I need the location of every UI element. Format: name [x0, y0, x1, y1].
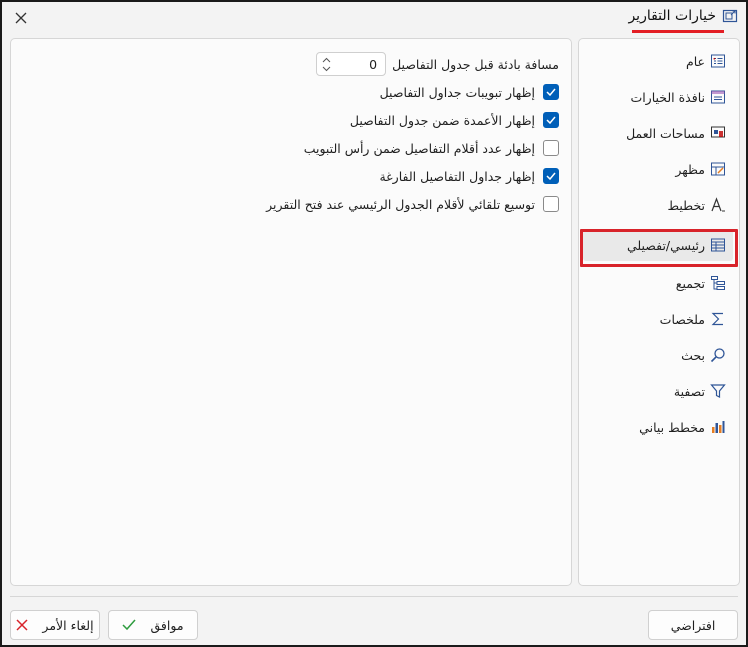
report-options-dialog: خيارات التقارير عام نافذة الخيارات مساحا…	[0, 0, 748, 647]
checkmark-icon	[546, 172, 556, 180]
detail-spacing-label: مسافة بادئة قبل جدول التفاصيل	[392, 56, 559, 72]
chevron-up-icon[interactable]	[322, 57, 331, 63]
default-button[interactable]: افتراضي	[648, 610, 738, 640]
nav-item-layout[interactable]: تخطيط	[583, 189, 733, 221]
ok-button[interactable]: موافق	[108, 610, 198, 640]
nav-item-workspaces[interactable]: مساحات العمل	[583, 117, 733, 149]
checkmark-icon	[546, 116, 556, 124]
nav-label: بحث	[681, 347, 705, 363]
nav-label: تجميع	[675, 275, 705, 291]
filter-icon	[709, 382, 727, 400]
option-row: إظهار عدد أقلام التفاصيل ضمن رأس التبويب	[304, 137, 559, 159]
nav-label: ملخصات	[659, 311, 705, 327]
auto-expand-master-rows-checkbox[interactable]	[543, 196, 559, 212]
ok-button-label: موافق	[150, 617, 184, 633]
nav-item-master-detail[interactable]: رئيسي/تفصيلي	[583, 229, 733, 261]
show-detail-tabs-checkbox[interactable]	[543, 84, 559, 100]
option-label: إظهار عدد أقلام التفاصيل ضمن رأس التبويب	[303, 140, 535, 156]
nav-item-summaries[interactable]: ملخصات	[583, 303, 733, 335]
close-icon	[16, 619, 28, 631]
nav-item-grouping[interactable]: تجميع	[583, 267, 733, 299]
checkmark-icon	[546, 88, 556, 96]
close-icon	[15, 12, 27, 24]
master-detail-settings-panel: مسافة بادئة قبل جدول التفاصيل 0 إظهار تب…	[10, 38, 572, 586]
report-options-icon	[722, 8, 738, 24]
nav-item-options-window[interactable]: نافذة الخيارات	[583, 81, 733, 113]
option-label: إظهار الأعمدة ضمن جدول التفاصيل	[349, 112, 535, 128]
nav-label: مظهر	[675, 161, 705, 177]
option-label: توسيع تلقائي لأقلام الجدول الرئيسي عند ف…	[266, 196, 535, 212]
master-detail-icon	[709, 236, 727, 254]
stepper-arrows[interactable]	[317, 53, 335, 75]
cancel-button-label: إلغاء الأمر	[42, 617, 94, 633]
workspaces-icon	[709, 124, 727, 142]
nav-item-appearance[interactable]: مظهر	[583, 153, 733, 185]
default-button-label: افتراضي	[670, 617, 716, 633]
footer-separator	[10, 596, 738, 597]
checkmark-icon	[122, 619, 137, 631]
appearance-icon	[709, 160, 727, 178]
nav-label: تخطيط	[667, 197, 705, 213]
close-button[interactable]	[10, 7, 32, 29]
nav-item-search[interactable]: بحث	[583, 339, 733, 371]
nav-item-filter[interactable]: تصفية	[583, 375, 733, 407]
option-row: إظهار الأعمدة ضمن جدول التفاصيل	[350, 109, 559, 131]
options-nav-panel: عام نافذة الخيارات مساحات العمل مظهر تخط	[578, 38, 740, 586]
detail-spacing-value[interactable]: 0	[335, 57, 385, 72]
cancel-button[interactable]: إلغاء الأمر	[10, 610, 100, 640]
title-bar: خيارات التقارير	[2, 2, 746, 36]
summaries-icon	[709, 310, 727, 328]
nav-label: تصفية	[673, 383, 705, 399]
option-row: إظهار جداول التفاصيل الفارغة	[379, 165, 559, 187]
nav-label: مخطط بياني	[639, 419, 705, 435]
option-label: إظهار تبويبات جداول التفاصيل	[379, 84, 535, 100]
title-group: خيارات التقارير	[628, 8, 738, 24]
show-detail-count-in-tab-header-checkbox[interactable]	[543, 140, 559, 156]
search-icon	[709, 346, 727, 364]
option-label: إظهار جداول التفاصيل الفارغة	[379, 168, 535, 184]
layout-icon	[709, 196, 727, 214]
nav-item-general[interactable]: عام	[583, 45, 733, 77]
option-row: توسيع تلقائي لأقلام الجدول الرئيسي عند ف…	[266, 193, 559, 215]
chart-icon	[709, 418, 727, 436]
option-row: إظهار تبويبات جداول التفاصيل	[380, 81, 559, 103]
detail-spacing-stepper[interactable]: 0	[316, 52, 387, 76]
show-empty-detail-tables-checkbox[interactable]	[543, 168, 559, 184]
title-highlight-underline	[632, 30, 724, 33]
nav-item-chart[interactable]: مخطط بياني	[583, 411, 733, 443]
show-columns-in-detail-checkbox[interactable]	[543, 112, 559, 128]
dialog-title: خيارات التقارير	[628, 8, 716, 24]
nav-label: مساحات العمل	[626, 125, 705, 141]
grouping-icon	[709, 274, 727, 292]
options-window-icon	[709, 88, 727, 106]
nav-label: نافذة الخيارات	[630, 89, 705, 105]
nav-label: عام	[685, 53, 705, 69]
general-icon	[709, 52, 727, 70]
chevron-down-icon[interactable]	[322, 66, 331, 72]
detail-spacing-row: مسافة بادئة قبل جدول التفاصيل 0	[316, 52, 559, 76]
nav-label: رئيسي/تفصيلي	[626, 237, 705, 253]
